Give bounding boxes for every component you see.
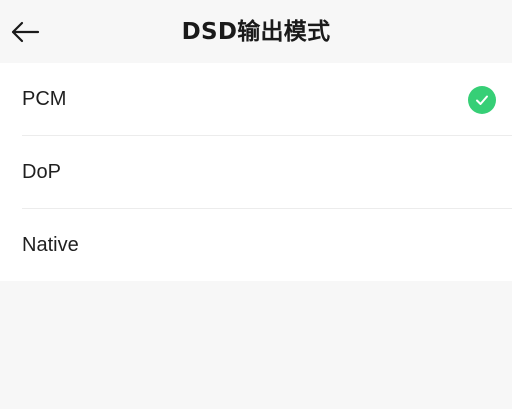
option-dop[interactable]: DoP xyxy=(0,136,512,209)
option-label: DoP xyxy=(22,161,61,183)
option-label: PCM xyxy=(22,88,67,110)
option-label: Native xyxy=(22,234,79,256)
option-native[interactable]: Native xyxy=(0,209,512,282)
check-circle-icon xyxy=(468,86,496,114)
page-title: DSD输出模式 xyxy=(181,19,331,45)
top-bar: DSD输出模式 xyxy=(0,0,512,63)
option-pcm[interactable]: PCM xyxy=(0,63,512,136)
app-screen: DSD输出模式 PCM DoP Native xyxy=(0,0,512,409)
checkmark-icon xyxy=(476,95,488,105)
dsd-mode-options: PCM DoP Native xyxy=(0,63,512,281)
